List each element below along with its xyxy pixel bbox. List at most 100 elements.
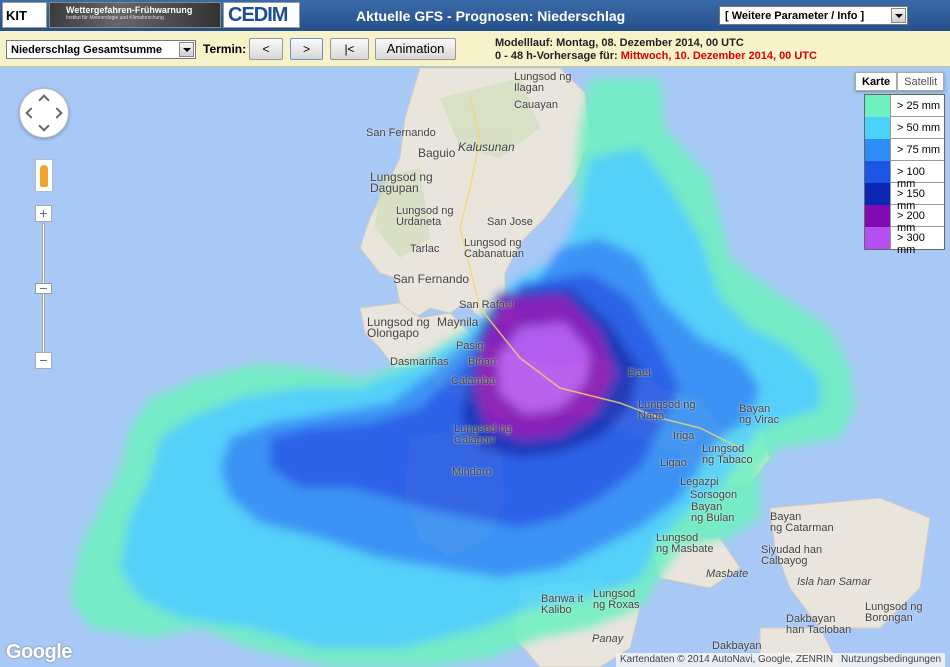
place-label: Biñan: [468, 356, 497, 368]
place-label: Bayan ng Virac: [739, 403, 780, 426]
legend-row: > 25 mm: [865, 95, 944, 117]
place-label: San Rafael: [459, 299, 514, 311]
legend-swatch: [865, 183, 891, 205]
prev-button[interactable]: <: [249, 38, 283, 60]
wettergefahren-title: Wettergefahren-Frühwarnung: [66, 5, 193, 15]
place-label: Lungsod ng Urdaneta: [396, 205, 454, 228]
place-label: Lungsod ng Borongan: [865, 601, 923, 624]
wettergefahren-subtitle: Institut für Meteorologie und Klimaforsc…: [66, 15, 164, 21]
place-label: Lungsod ng Naga: [638, 399, 696, 422]
header-bar: KIT Wettergefahren-Frühwarnung Institut …: [0, 0, 950, 31]
product-select-value: Niederschlag Gesamtsumme: [11, 44, 163, 56]
place-label: Panay: [592, 633, 624, 645]
tab-satellit[interactable]: Satellit: [897, 72, 945, 91]
pan-control[interactable]: [19, 88, 69, 138]
legend-label: > 25 mm: [897, 100, 941, 112]
place-label: Lungsod ng Tabaco: [702, 443, 753, 466]
pan-up-icon[interactable]: [38, 94, 50, 106]
forecast-prefix: 0 - 48 h-Vorhersage für:: [495, 50, 618, 62]
place-label: Pasig: [456, 340, 484, 352]
map-attribution: Kartendaten © 2014 AutoNavi, Google, ZEN…: [616, 653, 838, 667]
place-label: Lungsod ng Cabanatuan: [464, 237, 524, 260]
place-label: Baguio: [418, 146, 456, 160]
place-label: Cauayan: [514, 99, 559, 111]
parameter-select-value: [ Weitere Parameter / Info ]: [725, 10, 865, 22]
precipitation-legend: > 25 mm > 50 mm > 75 mm > 100 mm > 150 m…: [864, 94, 945, 256]
terms-link[interactable]: Nutzungsbedingungen: [837, 653, 946, 667]
cedim-logo[interactable]: CEDIM: [223, 2, 300, 28]
pegman-figure: [40, 165, 48, 187]
page-title: Aktuelle GFS - Prognosen: Niederschlag: [356, 8, 626, 24]
run-info: Modelllauf: Montag, 08. Dezember 2014, 0…: [495, 37, 817, 63]
place-label: Lungsod ng Calapan: [454, 423, 512, 446]
legend-row: > 100 mm: [865, 161, 944, 190]
legend-label: > 300 mm: [897, 232, 925, 256]
wettergefahren-banner[interactable]: Wettergefahren-Frühwarnung Institut für …: [49, 2, 221, 28]
place-label: Calamba: [451, 375, 496, 387]
first-button[interactable]: |<: [330, 38, 369, 60]
place-label: San Jose: [487, 216, 533, 228]
animation-button[interactable]: Animation: [375, 38, 456, 60]
model-run-line: Modelllauf: Montag, 08. Dezember 2014, 0…: [495, 37, 744, 49]
toolbar: Niederschlag Gesamtsumme Termin: < > |< …: [0, 31, 950, 67]
pan-right-icon[interactable]: [51, 107, 63, 119]
page: KIT Wettergefahren-Frühwarnung Institut …: [0, 0, 950, 667]
place-label: Banwa it Kalibo: [541, 593, 584, 616]
place-label: Tarlac: [410, 243, 440, 255]
legend-row: > 300 mm: [865, 227, 944, 256]
parameter-select[interactable]: [ Weitere Parameter / Info ]: [719, 6, 908, 25]
place-label: Dakbayan: [712, 640, 762, 652]
legend-swatch: [865, 139, 891, 161]
place-label: Siyudad han Calbayog: [761, 544, 823, 567]
place-label: Iriga: [673, 430, 695, 442]
product-select[interactable]: Niederschlag Gesamtsumme: [6, 40, 196, 59]
tab-karte[interactable]: Karte: [855, 72, 898, 91]
place-label: Legazpi: [680, 476, 719, 488]
legend-swatch: [865, 205, 891, 227]
map-canvas[interactable]: Lungsod ng Ilagan Cauayan San Fernando Ba…: [0, 68, 950, 667]
place-label: Maynila: [437, 315, 479, 329]
place-label: Lungsod ng Masbate: [656, 532, 714, 555]
place-label: Lungsod ng Olongapo: [367, 315, 430, 340]
zoom-out-button[interactable]: −: [35, 352, 52, 369]
place-label: San Fernando: [393, 272, 470, 286]
legend-swatch: [865, 117, 891, 139]
legend-label: > 75 mm: [897, 144, 941, 156]
pan-down-icon[interactable]: [38, 120, 50, 132]
legend-label: > 50 mm: [897, 122, 941, 134]
kit-logo-text: KIT: [6, 8, 27, 23]
next-button[interactable]: >: [290, 38, 323, 60]
chevron-down-icon[interactable]: [891, 8, 906, 23]
place-label: Dasmariñas: [390, 356, 449, 368]
forecast-line: 0 - 48 h-Vorhersage für: Mittwoch, 10. D…: [495, 50, 817, 63]
zoom-slider-handle[interactable]: [35, 283, 52, 294]
legend-row: > 75 mm: [865, 139, 944, 161]
zoom-in-button[interactable]: +: [35, 205, 52, 222]
place-label: Sorsogon: [690, 489, 738, 501]
place-label: Lungsod ng Dagupan: [370, 170, 433, 195]
chevron-down-icon[interactable]: [179, 42, 194, 57]
place-label: Lungsod ng Ilagan: [514, 71, 572, 94]
place-label: Isla han Samar: [797, 576, 871, 588]
legend-swatch: [865, 161, 891, 183]
place-label: Lungsod ng Roxas: [593, 588, 640, 611]
termin-label: Termin:: [203, 42, 247, 56]
kit-logo[interactable]: KIT: [2, 2, 47, 28]
google-logo[interactable]: Google: [6, 641, 72, 664]
place-label: Mindoro: [452, 466, 492, 478]
forecast-date: Mittwoch, 10. Dezember 2014, 00 UTC: [620, 50, 817, 62]
cedim-logo-text: CEDIM: [228, 4, 288, 26]
legend-row: > 150 mm: [865, 183, 944, 212]
legend-swatch: [865, 95, 891, 117]
map-type-switch: Karte Satellit: [855, 72, 945, 91]
legend-row: > 200 mm: [865, 205, 944, 234]
place-label: Bayan ng Catarman: [770, 511, 834, 534]
legend-swatch: [865, 227, 891, 249]
place-label: Bayan ng Bulan: [691, 501, 735, 524]
place-label: Kalusunan: [458, 140, 515, 154]
legend-row: > 50 mm: [865, 117, 944, 139]
place-label: San Fernando: [366, 127, 436, 139]
place-label: Daet: [628, 367, 652, 379]
street-view-pegman-icon[interactable]: [35, 159, 53, 192]
pan-left-icon[interactable]: [25, 107, 37, 119]
